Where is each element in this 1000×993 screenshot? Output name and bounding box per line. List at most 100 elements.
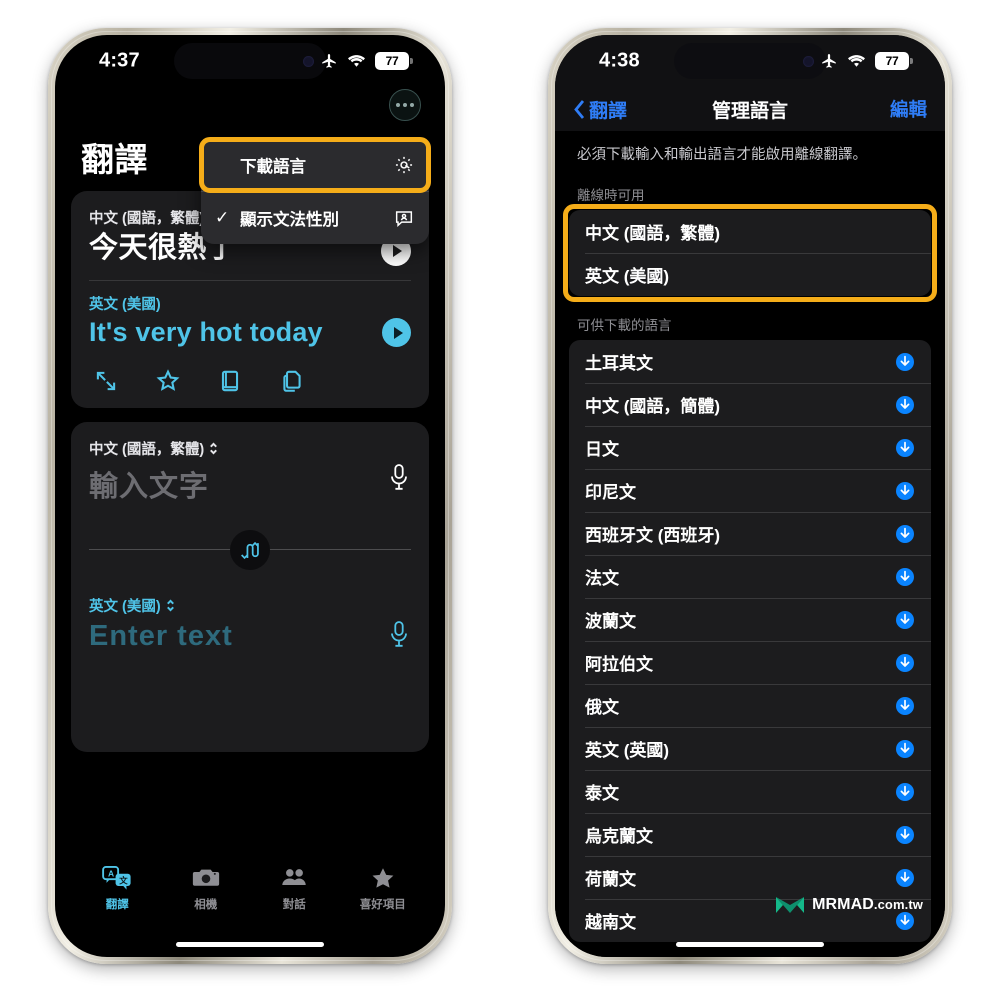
card-actions xyxy=(89,368,411,394)
list-item[interactable]: 土耳其文 xyxy=(569,340,931,383)
language-label: 土耳其文 xyxy=(585,354,653,374)
swap-languages-button[interactable] xyxy=(230,530,270,571)
more-options-icon[interactable] xyxy=(389,89,421,121)
list-item[interactable]: 法文 xyxy=(569,555,931,598)
page-title: 管理語言 xyxy=(711,100,789,122)
tab-favorites[interactable]: 喜好項目 xyxy=(340,865,426,912)
status-bar-right: 4:38 77 xyxy=(555,35,945,87)
download-icon[interactable] xyxy=(895,352,915,372)
dynamic-island xyxy=(174,43,326,79)
svg-text:文: 文 xyxy=(120,875,129,885)
language-label: 俄文 xyxy=(585,698,619,718)
language-settings-list: 必須下載輸入和輸出語言才能啟用離線翻譯。 離線時可用 中文 (國語，繁體) 英文… xyxy=(555,131,945,957)
list-item[interactable]: 英文 (美國) xyxy=(569,253,931,296)
language-label: 西班牙文 (西班牙) xyxy=(585,526,721,546)
camera-icon xyxy=(192,869,219,886)
conversation-icon xyxy=(282,869,306,886)
tab-translate[interactable]: A 文 翻譯 xyxy=(74,865,160,912)
menu-item-download-languages[interactable]: 下載語言 xyxy=(201,139,429,191)
download-icon[interactable] xyxy=(895,567,915,587)
language-label: 日文 xyxy=(585,440,619,460)
microphone-icon[interactable] xyxy=(387,620,411,650)
wifi-icon xyxy=(848,55,865,67)
tab-label: 喜好項目 xyxy=(359,899,406,911)
play-icon[interactable] xyxy=(382,318,411,348)
target-input-placeholder[interactable]: Enter text xyxy=(89,620,233,653)
download-icon[interactable] xyxy=(895,524,915,544)
airplane-icon xyxy=(322,54,336,68)
context-menu[interactable]: 下載語言 ✓ 顯示文法性別 xyxy=(201,139,429,244)
download-icon[interactable] xyxy=(895,481,915,501)
list-item[interactable]: 泰文 xyxy=(569,770,931,813)
input-source-header[interactable]: 中文 (國語，繁體) xyxy=(89,438,411,459)
battery-indicator: 77 xyxy=(375,52,413,70)
copy-icon[interactable] xyxy=(279,368,305,394)
tab-conversation[interactable]: 對話 xyxy=(251,865,337,912)
back-button[interactable]: 翻譯 xyxy=(573,96,627,123)
list-item[interactable]: 阿拉伯文 xyxy=(569,641,931,684)
list-item[interactable]: 中文 (國語，繁體) xyxy=(569,210,931,253)
list-item[interactable]: 俄文 xyxy=(569,684,931,727)
home-indicator xyxy=(676,942,824,947)
dictionary-icon[interactable] xyxy=(217,368,243,394)
svg-text:A: A xyxy=(108,868,114,878)
speech-person-icon xyxy=(395,211,413,227)
download-icon[interactable] xyxy=(895,868,915,888)
download-icon[interactable] xyxy=(895,782,915,802)
list-item[interactable]: 西班牙文 (西班牙) xyxy=(569,512,931,555)
battery-level: 77 xyxy=(385,54,399,68)
chevron-up-down-icon[interactable] xyxy=(208,441,219,456)
screen-right: 4:38 77 翻譯 管理語言 編輯 必須下載輸入和輸出語言才能啟用離線翻譯。 xyxy=(555,35,945,957)
list-item[interactable]: 日文 xyxy=(569,426,931,469)
microphone-icon[interactable] xyxy=(387,463,411,493)
navigation-bar: 翻譯 管理語言 編輯 xyxy=(555,87,945,131)
front-camera-icon xyxy=(803,55,814,67)
available-section-header: 可供下載的語言 xyxy=(577,318,672,334)
list-item[interactable]: 烏克蘭文 xyxy=(569,813,931,856)
download-icon[interactable] xyxy=(895,739,915,759)
translation-input-card[interactable]: 中文 (國語，繁體) 輸入文字 英文 (美國) Enter text xyxy=(71,422,429,753)
chevron-up-down-icon[interactable] xyxy=(165,598,176,613)
tab-label: 對話 xyxy=(282,899,306,911)
input-target-header[interactable]: 英文 (美國) xyxy=(89,595,411,616)
target-text: It's very hot today xyxy=(89,317,323,348)
star-icon[interactable] xyxy=(155,368,181,394)
watermark-suffix: .com.tw xyxy=(873,897,923,912)
language-label: 法文 xyxy=(585,569,619,589)
download-icon[interactable] xyxy=(895,610,915,630)
phone-right: 4:38 77 翻譯 管理語言 編輯 必須下載輸入和輸出語言才能啟用離線翻譯。 xyxy=(548,28,952,964)
input-source-row[interactable]: 輸入文字 xyxy=(89,463,411,505)
download-icon[interactable] xyxy=(895,653,915,673)
expand-icon[interactable] xyxy=(93,368,119,394)
edit-button[interactable]: 編輯 xyxy=(890,96,927,122)
language-label: 泰文 xyxy=(585,784,619,804)
status-time: 4:38 xyxy=(599,49,640,72)
swap-divider xyxy=(89,530,411,571)
status-icons: 77 xyxy=(820,52,913,70)
available-language-group: 土耳其文中文 (國語，簡體) 日文印尼文西班牙文 (西班牙) 法文波蘭文 阿拉伯文俄文… xyxy=(569,340,931,943)
dynamic-island xyxy=(674,43,826,79)
language-label: 英文 (美國) xyxy=(585,267,670,287)
download-icon[interactable] xyxy=(895,696,915,716)
tab-camera[interactable]: 相機 xyxy=(163,865,249,912)
input-target-row[interactable]: Enter text xyxy=(89,620,411,653)
list-item[interactable]: 英文 (英國) xyxy=(569,727,931,770)
input-target-language-label: 英文 (美國) xyxy=(89,599,161,616)
list-item[interactable]: 波蘭文 xyxy=(569,598,931,641)
list-item[interactable]: 印尼文 xyxy=(569,469,931,512)
list-item[interactable]: 荷蘭文 xyxy=(569,856,931,899)
language-label: 烏克蘭文 xyxy=(585,827,653,847)
tab-label: 相機 xyxy=(194,899,218,911)
download-icon[interactable] xyxy=(895,438,915,458)
language-label: 荷蘭文 xyxy=(585,870,636,890)
battery-indicator: 77 xyxy=(875,52,913,70)
checkmark-icon: ✓ xyxy=(215,208,230,227)
offline-notice: 必須下載輸入和輸出語言才能啟用離線翻譯。 xyxy=(577,147,867,163)
download-icon[interactable] xyxy=(895,825,915,845)
target-language-label: 英文 (美國) xyxy=(89,297,161,314)
menu-item-show-grammatical-gender[interactable]: ✓ 顯示文法性別 xyxy=(201,192,429,244)
source-input-placeholder[interactable]: 輸入文字 xyxy=(89,463,209,505)
list-item[interactable]: 中文 (國語，簡體) xyxy=(569,383,931,426)
screen-left: 4:37 77 翻譯 下載語言 ✓ 顯示文法性別 中文 (國語，繁體) 今天很熱… xyxy=(55,35,445,957)
download-icon[interactable] xyxy=(895,395,915,415)
